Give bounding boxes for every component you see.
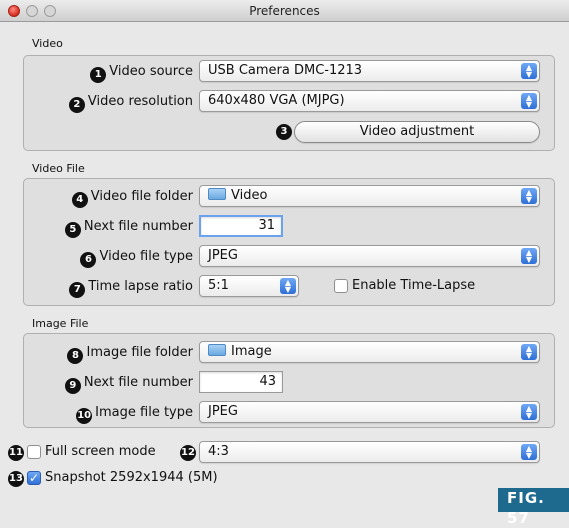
time-lapse-ratio-label: 7 Time lapse ratio [69,279,193,298]
badge-1: 1 [90,67,107,83]
up-down-arrows-icon: ▲ ▼ [521,444,537,460]
badge-2: 2 [68,97,85,113]
checkmark-icon: ✓ [28,471,40,485]
up-down-arrows-icon: ▲ ▼ [521,248,537,264]
folder-icon [208,344,226,356]
badge-5: 5 [64,222,81,238]
badge-8: 8 [67,348,84,364]
badge-11: 11 [8,445,24,461]
badge-9: 9 [64,378,81,394]
badge-4: 4 [71,192,88,208]
zoom-window-icon[interactable] [44,5,56,17]
up-down-arrows-icon: ▲ ▼ [521,93,537,109]
folder-icon [208,188,226,200]
image-file-folder-select[interactable]: Image ▲ ▼ [199,341,540,363]
image-file-type-select[interactable]: JPEG ▲ ▼ [199,401,540,423]
full-screen-label: Full screen mode [45,444,156,459]
image-file-type-label: 10 Image file type [76,405,193,424]
video-adjustment-button[interactable]: Video adjustment [294,121,540,143]
video-file-folder-select[interactable]: Video ▲ ▼ [199,185,540,207]
video-next-number-label: 5 Next file number [64,219,193,238]
enable-time-lapse-checkbox[interactable] [334,279,348,293]
video-file-type-value: JPEG [208,248,238,263]
video-section-title: Video [32,37,63,50]
full-screen-checkbox[interactable] [27,445,41,459]
close-window-icon[interactable] [8,5,20,17]
video-file-section-title: Video File [32,162,85,175]
image-next-number-label: 9 Next file number [64,375,193,394]
up-down-arrows-icon: ▲ ▼ [521,344,537,360]
time-lapse-ratio-select[interactable]: 5:1 ▲ ▼ [199,275,299,297]
up-down-arrows-icon: ▲ ▼ [521,63,537,79]
image-file-section-title: Image File [32,317,89,330]
figure-label: FIG. 57 [498,488,569,527]
video-resolution-select[interactable]: 640x480 VGA (MJPG) ▲ ▼ [199,90,540,112]
badge-3: 3 [276,124,292,140]
video-source-select[interactable]: USB Camera DMC-1213 ▲ ▼ [199,60,540,82]
image-file-folder-value: Image [231,344,272,359]
up-down-arrows-icon: ▲ ▼ [280,278,296,294]
video-next-number-field[interactable]: 31 [199,215,283,237]
snapshot-label: Snapshot 2592x1944 (5M) [45,470,218,485]
minimize-window-icon[interactable] [26,5,38,17]
video-file-type-select[interactable]: JPEG ▲ ▼ [199,245,540,267]
image-next-number-field[interactable]: 43 [199,371,283,393]
badge-10: 10 [76,408,93,424]
video-file-type-label: 6 Video file type [80,249,193,268]
badge-13: 13 [8,471,24,487]
video-resolution-value: 640x480 VGA (MJPG) [208,93,345,108]
video-source-value: USB Camera DMC-1213 [208,63,363,78]
image-file-folder-label: 8 Image file folder [67,345,193,364]
badge-7: 7 [69,282,86,298]
snapshot-checkbox[interactable]: ✓ [27,471,41,485]
window-titlebar: Preferences [0,0,569,22]
up-down-arrows-icon: ▲ ▼ [521,188,537,204]
badge-12: 12 [180,445,196,461]
image-file-type-value: JPEG [208,404,238,419]
video-source-label: 1 Video source [90,64,193,83]
window-title: Preferences [249,4,320,18]
time-lapse-ratio-value: 5:1 [208,278,229,293]
up-down-arrows-icon: ▲ ▼ [521,404,537,420]
enable-time-lapse-label: Enable Time-Lapse [352,278,476,293]
badge-6: 6 [80,252,97,268]
aspect-ratio-value: 4:3 [208,444,229,459]
video-file-folder-value: Video [231,188,268,203]
aspect-ratio-select[interactable]: 4:3 ▲ ▼ [199,441,540,463]
video-resolution-label: 2 Video resolution [68,94,193,113]
video-file-folder-label: 4 Video file folder [71,189,193,208]
